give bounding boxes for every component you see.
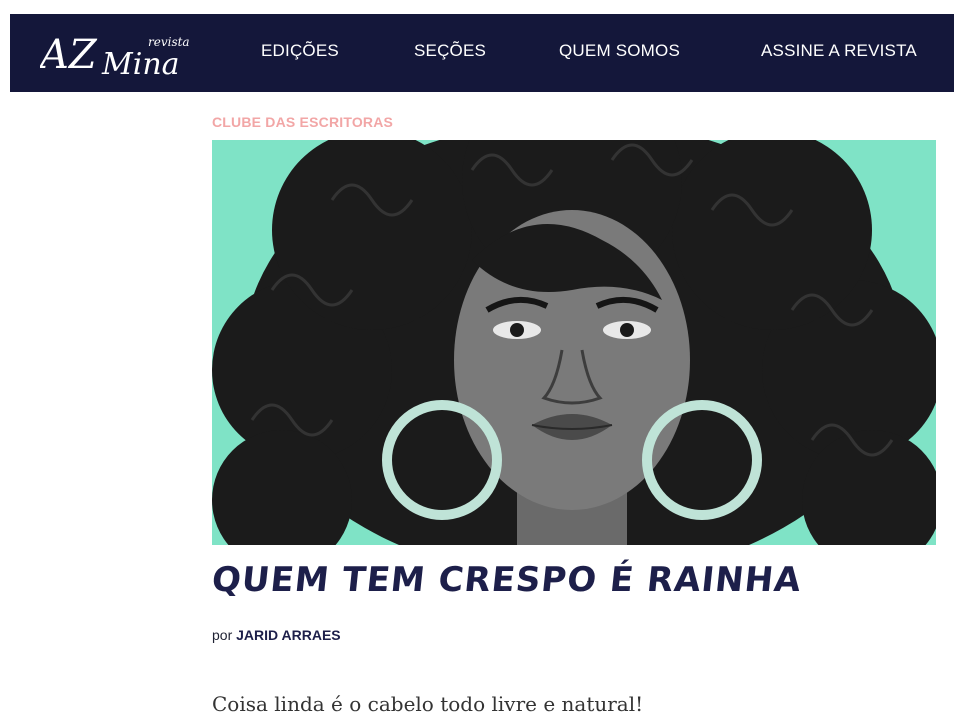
article-section-link[interactable]: CLUBE DAS ESCRITORAS [212,114,393,130]
logo-main-text: AZ [40,32,98,78]
nav-assine-revista[interactable]: ASSINE A REVISTA [761,14,917,92]
author-link[interactable]: JARID ARRAES [236,627,341,643]
logo-graphic: AZ Mina revista [40,32,190,82]
nav-quem-somos[interactable]: QUEM SOMOS [559,14,680,92]
site-logo[interactable]: AZ Mina revista [40,26,202,82]
article-lead: Coisa linda é o cabelo todo livre e natu… [212,692,644,716]
logo-sub-text: Mina [101,47,180,82]
top-navbar: AZ Mina revista EDIÇÕES SEÇÕES QUEM SOMO… [10,14,954,92]
article-hero-image [212,140,936,545]
article-byline: por JARID ARRAES [212,627,341,643]
nav-edicoes[interactable]: EDIÇÕES [261,14,339,92]
nav-secoes[interactable]: SEÇÕES [414,14,486,92]
byline-prefix: por [212,627,233,643]
article-title: QUEM TEM CRESPO É RAINHA [209,560,804,600]
logo-tag-text: revista [148,35,190,49]
hero-illustration [212,140,936,545]
